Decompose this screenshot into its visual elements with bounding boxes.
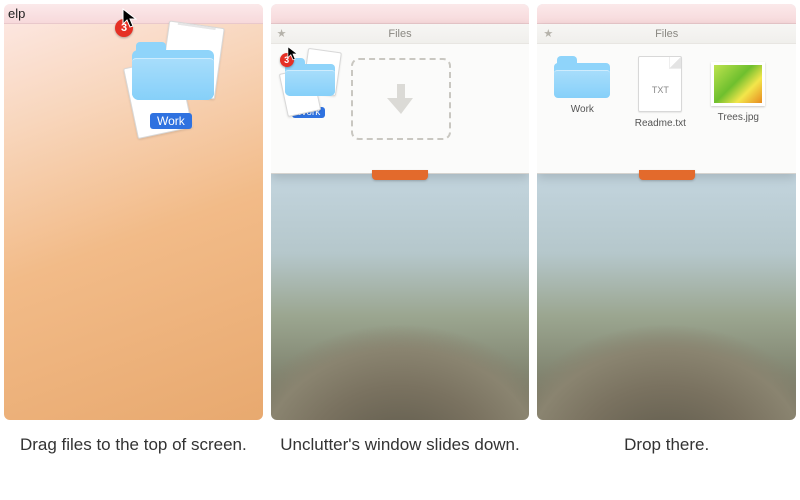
caption-1: Drag files to the top of screen. [4,434,263,457]
captions-row: Drag files to the top of screen. Unclutt… [0,420,800,457]
folder-icon [554,56,610,98]
file-item-image[interactable]: Trees.jpg [703,56,773,123]
dragged-file-stack[interactable]: 3 Work [281,52,337,120]
file-item-folder[interactable]: Work [547,56,617,115]
drop-target[interactable] [351,58,451,140]
arrow-down-icon [386,82,416,116]
unclutter-window: ★ Files 3 Work [271,24,530,174]
folder-icon [132,40,214,100]
caption-3: Drop there. [537,434,796,457]
window-title: Files [655,28,678,40]
menu-fragment-help: elp [8,6,25,21]
panel-handle [372,170,428,180]
unclutter-window: ★ Files Work Readme.txt Trees.jpg [537,24,796,174]
menu-bar [271,4,530,24]
window-header: ★ Files [537,24,796,44]
text-file-icon [638,56,682,112]
star-icon[interactable]: ★ [277,24,287,44]
window-title: Files [388,28,411,40]
step-panel-2: ★ Files 3 Work [271,4,530,420]
file-item-txt[interactable]: Readme.txt [625,56,695,129]
step-panel-1: elp Work 3 [4,4,263,420]
file-label: Work [547,104,617,115]
panel-handle [639,170,695,180]
caption-2: Unclutter's window slides down. [271,434,530,457]
menu-bar [537,4,796,24]
step-panel-3: ★ Files Work Readme.txt Trees.jpg [537,4,796,420]
dragged-item-label: Work [150,113,192,129]
window-header: ★ Files [271,24,530,44]
star-icon[interactable]: ★ [543,24,553,44]
image-file-icon [711,62,765,106]
file-label: Readme.txt [625,118,695,129]
file-label: Trees.jpg [703,112,773,123]
